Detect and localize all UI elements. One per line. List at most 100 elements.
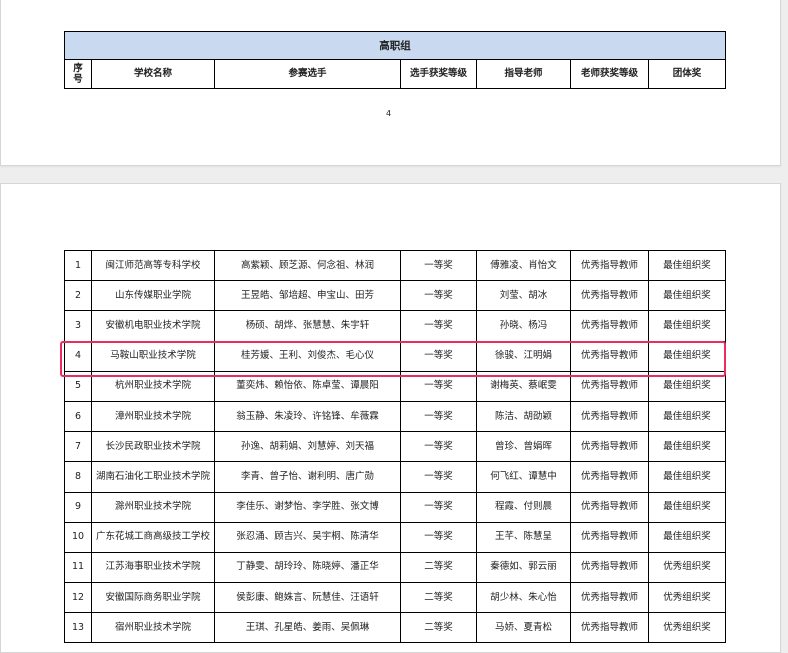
table-row: 10 广东花城工商高级技工学校 张忍涌、顾吉兴、吴宇桐、陈清华 一等奖 王芊、陈慧呈 优秀… (64, 521, 726, 553)
table-row: 13 宿州职业技术学院 王琪、孔星皓、姜雨、吴佩琳 二等奖 马娇、夏青松 优秀指导教师 优秀… (64, 612, 726, 644)
cell-row-number: 5 (64, 370, 92, 402)
document-page-1: 高职组 序号 学校名称 参赛选手 选手获奖等级 指导老师 老师获奖等级 团体奖 … (0, 0, 781, 166)
cell-row-number: 11 (64, 551, 92, 584)
cell-teachers: 胡少林、朱心怡 (476, 582, 571, 614)
results-table-body: 1 闽江师范高等专科学校 高紫颖、顾芝源、何念祖、林润 一等奖 傅雅凌、肖怡文 优秀指导教… (64, 249, 726, 644)
table-row: 11 江苏海事职业技术学院 丁静雯、胡玲玲、陈晓婷、潘正华 二等奖 秦德如、郭云丽 优秀指… (64, 551, 726, 584)
cell-teachers: 刘莹、胡冰 (476, 280, 571, 312)
cell-players: 桂芳媛、王利、刘俊杰、毛心仪 (214, 340, 401, 372)
cell-players: 王琪、孔星皓、姜雨、吴佩琳 (214, 612, 401, 644)
cell-teachers: 何飞红、谭慧中 (476, 461, 571, 493)
cell-teachers: 徐骏、江明娟 (476, 340, 571, 372)
cell-player-award: 一等奖 (400, 431, 477, 463)
cell-teacher-award: 优秀指导教师 (570, 310, 649, 342)
cell-teacher-award: 优秀指导教师 (570, 461, 649, 493)
document-page-2: 1 闽江师范高等专科学校 高紫颖、顾芝源、何念祖、林润 一等奖 傅雅凌、肖怡文 优秀指导教… (0, 183, 781, 653)
cell-team-award: 最佳组织奖 (648, 280, 726, 312)
header-table: 高职组 序号 学校名称 参赛选手 选手获奖等级 指导老师 老师获奖等级 团体奖 (63, 31, 727, 89)
table-row: 3 安徽机电职业技术学院 杨硕、胡烨、张慧慧、朱宇轩 一等奖 孙晓、杨冯 优秀指导教师 最佳… (64, 310, 726, 342)
cell-row-number: 8 (64, 461, 92, 493)
cell-row-number: 10 (64, 521, 92, 553)
cell-teacher-award: 优秀指导教师 (570, 521, 649, 553)
cell-player-award: 一等奖 (400, 521, 477, 553)
cell-school-name: 闽江师范高等专科学校 (91, 249, 215, 282)
col-header-school: 学校名称 (91, 59, 215, 89)
cell-player-award: 一等奖 (400, 491, 477, 523)
table-row: 4 马鞍山职业技术学院 桂芳媛、王利、刘俊杰、毛心仪 一等奖 徐骏、江明娟 优秀指导教师最… (64, 340, 726, 372)
group-title: 高职组 (63, 31, 727, 60)
cell-teachers: 王芊、陈慧呈 (476, 521, 571, 553)
cell-team-award: 优秀组织奖 (648, 582, 726, 614)
cell-school-name: 杭州职业技术学院 (91, 370, 215, 402)
cell-team-award: 最佳组织奖 (648, 491, 726, 523)
cell-player-award: 一等奖 (400, 249, 477, 282)
cell-team-award: 最佳组织奖 (648, 521, 726, 553)
cell-teacher-award: 优秀指导教师 (570, 491, 649, 523)
table-row: 1 闽江师范高等专科学校 高紫颖、顾芝源、何念祖、林润 一等奖 傅雅凌、肖怡文 优秀指导教… (64, 249, 726, 282)
table-row: 8 湖南石油化工职业技术学院 李青、曾子怡、谢利明、唐广勋 一等奖 何飞红、谭慧中 优秀指… (64, 461, 726, 493)
cell-teachers: 陈洁、胡劭颖 (476, 400, 571, 433)
col-header-team-award: 团体奖 (647, 59, 727, 89)
cell-players: 高紫颖、顾芝源、何念祖、林润 (214, 249, 401, 282)
cell-teachers: 秦德如、郭云丽 (476, 551, 571, 584)
col-header-teachers: 指导老师 (476, 59, 571, 89)
cell-row-number: 3 (64, 310, 92, 342)
cell-school-name: 安徽机电职业技术学院 (91, 310, 215, 342)
cell-player-award: 二等奖 (400, 582, 477, 614)
cell-team-award: 最佳组织奖 (648, 431, 726, 463)
column-header-row: 序号 学校名称 参赛选手 选手获奖等级 指导老师 老师获奖等级 团体奖 (64, 59, 727, 89)
cell-team-award: 优秀组织奖 (648, 612, 726, 644)
cell-players: 李佳乐、谢梦怡、李学胜、张文博 (214, 491, 401, 523)
col-header-teacher-award: 老师获奖等级 (570, 59, 649, 89)
cell-players: 王昱皓、邹培超、申宝山、田芳 (214, 280, 401, 312)
cell-player-award: 一等奖 (400, 280, 477, 312)
cell-players: 丁静雯、胡玲玲、陈晓婷、潘正华 (214, 551, 401, 584)
cell-teachers: 孙晓、杨冯 (476, 310, 571, 342)
cell-row-number: 7 (64, 431, 92, 463)
cell-team-award: 最佳组织奖 (648, 249, 726, 282)
cell-school-name: 安徽国际商务职业学院 (91, 582, 215, 614)
cell-row-number: 2 (64, 280, 92, 312)
cell-row-number: 6 (64, 400, 92, 433)
cell-teachers: 马娇、夏青松 (476, 612, 571, 644)
col-header-player-award: 选手获奖等级 (400, 59, 477, 89)
cell-school-name: 漳州职业技术学院 (91, 400, 215, 433)
cell-players: 侯彭康、鲍姝言、阮慧佳、汪语轩 (214, 582, 401, 614)
cell-team-award: 最佳组织奖 (648, 310, 726, 342)
table-row: 9 滁州职业技术学院 李佳乐、谢梦怡、李学胜、张文博 一等奖 程霞、付则晨 优秀指导教师最… (64, 491, 726, 523)
cell-players: 翁玉静、朱凌玲、许铭锋、牟薇霖 (214, 400, 401, 433)
table-row: 6 漳州职业技术学院 翁玉静、朱凌玲、许铭锋、牟薇霖 一等奖 陈洁、胡劭颖 优秀指导教师最… (64, 400, 726, 433)
table-row: 12 安徽国际商务职业学院 侯彭康、鲍姝言、阮慧佳、汪语轩 二等奖 胡少林、朱心怡 优秀指… (64, 582, 726, 614)
cell-player-award: 二等奖 (400, 612, 477, 644)
cell-teachers: 谢梅英、蔡岷雯 (476, 370, 571, 402)
cell-teacher-award: 优秀指导教师 (570, 431, 649, 463)
cell-teacher-award: 优秀指导教师 (570, 370, 649, 402)
cell-school-name: 马鞍山职业技术学院 (91, 340, 215, 372)
cell-players: 李青、曾子怡、谢利明、唐广勋 (214, 461, 401, 493)
cell-teachers: 曾珍、曾娟晖 (476, 431, 571, 463)
results-table: 1 闽江师范高等专科学校 高紫颖、顾芝源、何念祖、林润 一等奖 傅雅凌、肖怡文 优秀指导教… (64, 249, 726, 644)
cell-team-award: 最佳组织奖 (648, 461, 726, 493)
cell-team-award: 最佳组织奖 (648, 340, 726, 372)
cell-school-name: 江苏海事职业技术学院 (91, 551, 215, 584)
page-number: 4 (386, 109, 392, 118)
cell-row-number: 13 (64, 612, 92, 644)
cell-school-name: 长沙民政职业技术学院 (91, 431, 215, 463)
cell-teacher-award: 优秀指导教师 (570, 249, 649, 282)
table-row: 2 山东传媒职业学院 王昱皓、邹培超、申宝山、田芳 一等奖 刘莹、胡冰 优秀指导教师 最佳组… (64, 280, 726, 312)
cell-school-name: 山东传媒职业学院 (91, 280, 215, 312)
cell-players: 董奕炜、赖怡依、陈卓莹、谭晨阳 (214, 370, 401, 402)
cell-teacher-award: 优秀指导教师 (570, 551, 649, 584)
table-row: 5 杭州职业技术学院 董奕炜、赖怡依、陈卓莹、谭晨阳 一等奖 谢梅英、蔡岷雯 优秀指导教师… (64, 370, 726, 402)
cell-player-award: 一等奖 (400, 461, 477, 493)
cell-teachers: 傅雅凌、肖怡文 (476, 249, 571, 282)
cell-teacher-award: 优秀指导教师 (570, 612, 649, 644)
table-row: 7 长沙民政职业技术学院 孙逸、胡莉娟、刘慧婷、刘天福 一等奖 曾珍、曾娟晖 优秀指导教师… (64, 431, 726, 463)
cell-row-number: 12 (64, 582, 92, 614)
cell-player-award: 二等奖 (400, 551, 477, 584)
cell-player-award: 一等奖 (400, 400, 477, 433)
cell-team-award: 最佳组织奖 (648, 400, 726, 433)
cell-school-name: 广东花城工商高级技工学校 (91, 521, 215, 553)
cell-players: 张忍涌、顾吉兴、吴宇桐、陈清华 (214, 521, 401, 553)
cell-row-number: 1 (64, 249, 92, 282)
